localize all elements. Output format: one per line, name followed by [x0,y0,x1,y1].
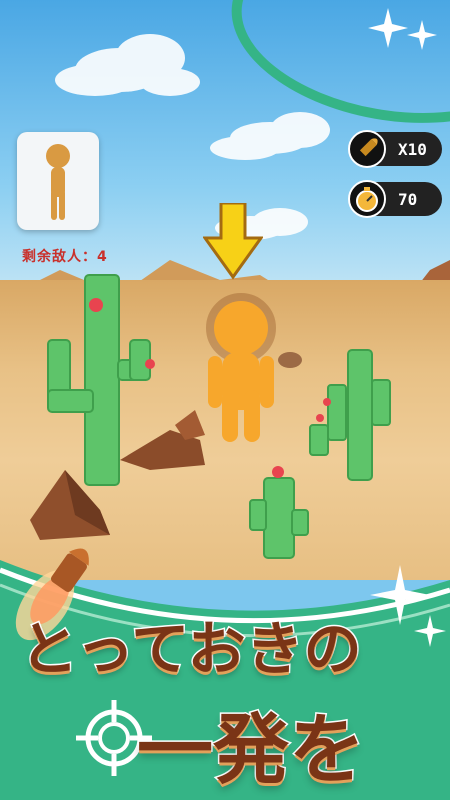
sparkle-icon [370,565,446,647]
promo-title-line1: とっておきの [19,614,364,685]
ammo-counter: X10 [348,130,442,168]
stopwatch-icon [348,180,386,218]
enemy-stickman[interactable] [196,290,286,450]
down-arrow-icon [203,203,263,280]
bullet-icon [348,130,386,168]
enemies-remaining-label: 剩余敌人：4 [22,249,108,265]
timer-counter: 70 [348,180,442,218]
promo-title-line2: 一発を [136,704,367,796]
timer-value: 70 [398,190,418,209]
enemy-preview-icon [46,144,70,220]
enemy-preview-card [17,128,105,230]
ammo-value: X10 [398,140,427,159]
